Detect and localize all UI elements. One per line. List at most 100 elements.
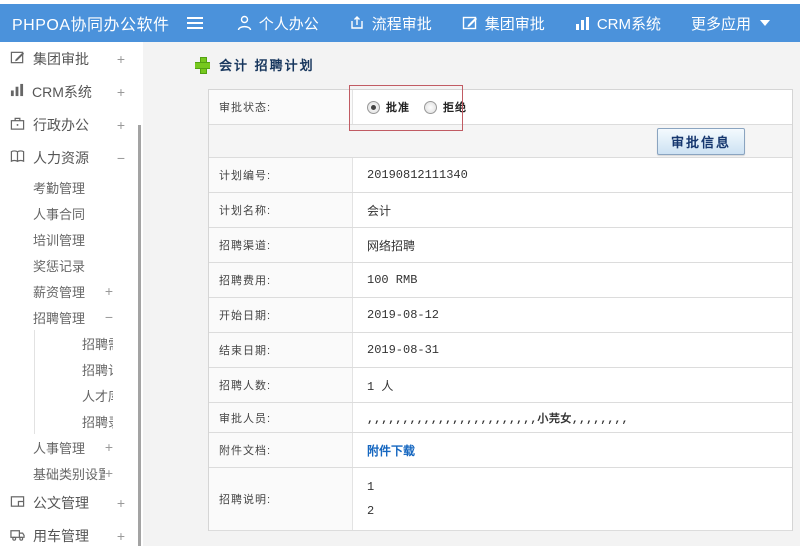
- caret-down-icon: [760, 20, 770, 26]
- radio-unselected-icon[interactable]: [424, 100, 437, 114]
- field-value: 1 2: [353, 468, 792, 530]
- field-value: 100 RMB: [353, 263, 792, 297]
- app-logo: PHPOA协同办公软件: [12, 17, 170, 34]
- form-row-end-date: 结束日期: 2019-08-31: [209, 333, 792, 368]
- book-icon: [10, 149, 25, 167]
- nav-item-label: 个人办公: [258, 15, 319, 33]
- field-value: 1 人: [353, 368, 792, 402]
- sidebar-item-vehicles[interactable]: 用车管理 +: [0, 519, 143, 546]
- field-value: 附件下载: [353, 433, 792, 467]
- field-label: 招聘人数:: [209, 368, 353, 402]
- nav-crm-system[interactable]: CRM系统: [575, 13, 661, 34]
- form-row-approvers: 审批人员: ,,,,,,,,,,,,,,,,,,,,,,,,小芫女,,,,,,,…: [209, 403, 792, 433]
- expand-icon[interactable]: +: [105, 283, 113, 299]
- expand-icon[interactable]: +: [105, 439, 113, 455]
- sidebar-item-hr-contracts[interactable]: 人事合同: [0, 200, 143, 226]
- bar-chart-icon: [575, 16, 590, 31]
- sidebar-item-recruit-plan[interactable]: 招聘计划: [34, 356, 143, 382]
- content-area: 会计 招聘计划 审批状态: 批准 拒绝 审批信息 计划编号: 201908121…: [143, 42, 800, 546]
- nav-group-approval[interactable]: 集团审批: [462, 13, 545, 34]
- status-radio-group: 批准 拒绝: [353, 90, 792, 124]
- top-navbar: PHPOA协同办公软件 个人办公 流程审批 集团审批 CRM系统 更多应用: [0, 4, 800, 42]
- form-row-start-date: 开始日期: 2019-08-12: [209, 298, 792, 333]
- form-row-button: 审批信息: [209, 125, 792, 158]
- sidebar-scrollbar[interactable]: [138, 125, 141, 546]
- sidebar: 集团审批 + CRM系统 + 行政办公 + 人力资源 − 考勤管理 人事合同 培…: [0, 42, 143, 546]
- field-label: 招聘渠道:: [209, 228, 353, 262]
- radio-reject-label: 拒绝: [443, 102, 467, 114]
- sidebar-item-training[interactable]: 培训管理: [0, 226, 143, 252]
- field-value: 会计: [353, 193, 792, 227]
- description-line: 2: [367, 504, 375, 518]
- form-row-description: 招聘说明: 1 2: [209, 468, 792, 531]
- sidebar-item-documents[interactable]: 公文管理 +: [0, 486, 143, 519]
- form-row-channel: 招聘渠道: 网络招聘: [209, 228, 792, 263]
- menu-toggle-icon[interactable]: [186, 17, 203, 29]
- form-row-headcount: 招聘人数: 1 人: [209, 368, 792, 403]
- form-row-plan-name: 计划名称: 会计: [209, 193, 792, 228]
- recruitment-plan-form: 审批状态: 批准 拒绝 审批信息 计划编号: 20190812111340 计划…: [208, 89, 793, 531]
- sidebar-item-personnel[interactable]: 人事管理 +: [0, 434, 143, 460]
- sidebar-item-attendance[interactable]: 考勤管理: [0, 174, 143, 200]
- expand-icon[interactable]: +: [105, 465, 113, 481]
- add-icon: [195, 56, 210, 74]
- radio-approve-label: 批准: [386, 102, 410, 114]
- collapse-icon[interactable]: −: [117, 150, 125, 166]
- edit-square-icon: [10, 50, 25, 68]
- expand-icon[interactable]: +: [117, 528, 125, 544]
- page-title: 会计 招聘计划: [219, 57, 315, 73]
- approval-info-button[interactable]: 审批信息: [656, 127, 745, 155]
- sidebar-item-admin-office[interactable]: 行政办公 +: [0, 108, 143, 141]
- field-value: 20190812111340: [353, 158, 792, 192]
- form-row-cost: 招聘费用: 100 RMB: [209, 263, 792, 298]
- process-icon: [349, 15, 365, 31]
- field-label: 审批人员:: [209, 403, 353, 432]
- document-icon: [10, 494, 25, 512]
- form-row-plan-number: 计划编号: 20190812111340: [209, 158, 792, 193]
- sidebar-item-group-approval[interactable]: 集团审批 +: [0, 42, 143, 75]
- expand-icon[interactable]: +: [117, 117, 125, 133]
- briefcase-icon: [10, 116, 25, 134]
- nav-item-label: CRM系统: [596, 15, 661, 33]
- field-value: 2019-08-12: [353, 298, 792, 332]
- form-row-status: 审批状态: 批准 拒绝: [209, 90, 792, 125]
- radio-approve[interactable]: 批准: [367, 99, 410, 115]
- nav-item-label: 流程审批: [371, 15, 432, 33]
- field-label: 开始日期:: [209, 298, 353, 332]
- truck-icon: [10, 527, 25, 545]
- radio-selected-icon[interactable]: [367, 100, 380, 114]
- description-line: 1: [367, 480, 375, 494]
- nav-process-approval[interactable]: 流程审批: [349, 13, 432, 34]
- sidebar-item-salary[interactable]: 薪资管理 +: [0, 278, 143, 304]
- nav-more-apps[interactable]: 更多应用: [691, 13, 770, 34]
- field-value: ,,,,,,,,,,,,,,,,,,,,,,,,小芫女,,,,,,,,: [353, 403, 792, 432]
- sidebar-item-crm[interactable]: CRM系统 +: [0, 75, 143, 108]
- field-label: 招聘说明:: [209, 468, 353, 530]
- expand-icon[interactable]: +: [117, 51, 125, 67]
- field-label: 结束日期:: [209, 333, 353, 367]
- form-row-attachment: 附件文档: 附件下载: [209, 433, 792, 468]
- nav-personal-office[interactable]: 个人办公: [237, 13, 319, 34]
- app-window: PHPOA协同办公软件 个人办公 流程审批 集团审批 CRM系统 更多应用 集团…: [0, 0, 800, 546]
- field-label: 招聘费用:: [209, 263, 353, 297]
- field-value: 2019-08-31: [353, 333, 792, 367]
- expand-icon[interactable]: +: [117, 495, 125, 511]
- user-icon: [237, 15, 252, 31]
- sidebar-item-rewards[interactable]: 奖惩记录: [0, 252, 143, 278]
- nav-item-label: 集团审批: [484, 15, 545, 33]
- expand-icon[interactable]: +: [117, 84, 125, 100]
- radio-reject[interactable]: 拒绝: [424, 99, 467, 115]
- nav-item-label: 更多应用: [690, 15, 751, 33]
- field-label: 审批状态:: [209, 90, 353, 124]
- sidebar-item-recruit-hiring[interactable]: 招聘录用: [34, 408, 143, 434]
- sidebar-item-talent-pool[interactable]: 人才库: [34, 382, 143, 408]
- field-label: 计划编号:: [209, 158, 353, 192]
- sidebar-item-human-resources[interactable]: 人力资源 −: [0, 141, 143, 174]
- sidebar-item-recruitment[interactable]: 招聘管理 −: [0, 304, 143, 330]
- field-value: 网络招聘: [353, 228, 792, 262]
- attachment-download-link[interactable]: 附件下载: [367, 442, 415, 459]
- sidebar-item-recruit-needs[interactable]: 招聘需求: [34, 330, 143, 356]
- sidebar-item-base-categories[interactable]: 基础类别设置 +: [0, 460, 143, 486]
- collapse-icon[interactable]: −: [105, 309, 113, 325]
- bar-chart-icon: [10, 83, 24, 100]
